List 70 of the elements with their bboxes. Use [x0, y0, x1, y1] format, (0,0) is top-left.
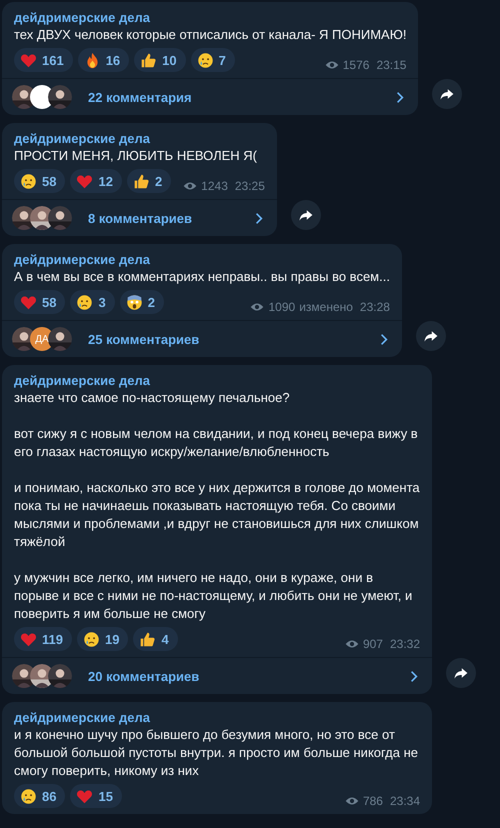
- eye-icon: [324, 60, 339, 70]
- eye-icon: [344, 639, 359, 649]
- share-button[interactable]: [432, 79, 462, 109]
- message-text: ПРОСТИ МЕНЯ, ЛЮБИТЬ НЕВОЛЕН Я(: [14, 147, 258, 165]
- message-text: и я конечно шучу про бывшего до безумия много, но это все от большой большой пустоты внутри. я просто им больше никогда не смогу поверить, никому из них: [14, 726, 420, 780]
- edited-label: изменено: [299, 300, 353, 314]
- chevron-right-icon: [396, 90, 404, 104]
- channel-name[interactable]: дейдримерские дела: [14, 710, 420, 726]
- heart-icon: [20, 630, 37, 648]
- reaction-chip[interactable]: 3: [70, 290, 115, 314]
- comments-link[interactable]: ДА 25 комментариев: [2, 320, 402, 357]
- reaction-chip[interactable]: 58: [14, 290, 66, 314]
- channel-name[interactable]: дейдримерские дела: [14, 131, 265, 147]
- heart-icon: [20, 52, 37, 68]
- message-text: знаете что самое по-настоящему печальное?: [14, 389, 291, 407]
- reaction-chip[interactable]: 161: [14, 48, 73, 72]
- message-time: 23:15: [376, 58, 406, 72]
- reaction-chip[interactable]: 58: [14, 169, 66, 193]
- thumbs-up-icon: [139, 630, 156, 648]
- comments-link[interactable]: 8 комментариев: [2, 199, 277, 236]
- message-text: и понимаю, насколько это все у них держится в голове до момента пока ты не начинаешь показывать настоящую тебя. Со своими мыслями и проблемами ,и вдруг не становишься для них слишком тяжёлой: [14, 479, 420, 551]
- thumbs-up-icon: [140, 52, 158, 68]
- share-button[interactable]: [290, 200, 321, 230]
- thumbs-up-icon: [132, 172, 150, 190]
- eye-icon: [250, 302, 264, 312]
- reaction-chip[interactable]: 86: [14, 784, 66, 808]
- share-button[interactable]: [446, 658, 476, 688]
- reaction-chip[interactable]: 7: [190, 48, 235, 72]
- channel-name[interactable]: дейдримерские дела: [14, 373, 420, 389]
- view-count: 1090: [268, 300, 296, 314]
- heart-icon: [76, 788, 94, 804]
- message-time: 23:25: [234, 179, 265, 193]
- chevron-right-icon: [410, 670, 418, 682]
- chevron-right-icon: [380, 332, 388, 346]
- view-count: 1243: [201, 179, 228, 193]
- channel-name[interactable]: дейдримерские дела: [14, 10, 406, 26]
- reaction-chip[interactable]: 2: [126, 169, 172, 193]
- message-text: А в чем вы все в комментариях неправы.. вы правы во всем...: [14, 268, 390, 286]
- comments-link[interactable]: 20 комментариев: [2, 657, 432, 694]
- message-text: вот сижу я с новым челом на свидании, и под конец вечера вижу в его глазах настоящую искру/желание/влюбленность: [14, 425, 419, 461]
- crying-face-icon: [82, 630, 100, 648]
- screaming-face-icon: [126, 294, 143, 310]
- crying-face-icon: [20, 172, 37, 190]
- chevron-right-icon: [254, 212, 263, 224]
- view-count: 907: [362, 637, 383, 651]
- comments-link[interactable]: 22 комментария: [2, 78, 418, 115]
- eye-icon: [344, 796, 359, 806]
- heart-icon: [76, 172, 94, 190]
- reaction-chip[interactable]: 15: [70, 784, 122, 808]
- crying-face-icon: [196, 52, 214, 68]
- crying-face-icon: [76, 294, 94, 310]
- message-time: 23:32: [390, 637, 420, 651]
- crying-face-icon: [20, 788, 37, 804]
- reaction-chip[interactable]: 16: [78, 48, 130, 72]
- reaction-chip[interactable]: 4: [133, 627, 178, 651]
- message-time: 23:34: [390, 794, 420, 808]
- eye-icon: [183, 181, 198, 191]
- reaction-chip[interactable]: 119: [14, 627, 72, 651]
- share-button[interactable]: [416, 321, 446, 351]
- message-text: у мужчин все легко, им ничего не надо, они в кураже, они в порыве и все с ними не по-настоящему, и любить они не умеют, и поверить я им больше не смогу: [14, 569, 414, 623]
- reaction-chip[interactable]: 2: [120, 290, 164, 314]
- reaction-chip[interactable]: 10: [134, 48, 186, 72]
- heart-icon: [20, 294, 37, 310]
- channel-name[interactable]: дейдримерские дела: [14, 252, 390, 268]
- message-time: 23:28: [360, 300, 390, 314]
- view-count: 786: [362, 794, 383, 808]
- view-count: 1576: [342, 58, 370, 72]
- message-text: тех ДВУХ человек которые отписались от канала- Я ПОНИМАЮ!: [14, 26, 406, 44]
- reaction-chip[interactable]: 19: [76, 627, 128, 651]
- reaction-chip[interactable]: 12: [70, 169, 122, 193]
